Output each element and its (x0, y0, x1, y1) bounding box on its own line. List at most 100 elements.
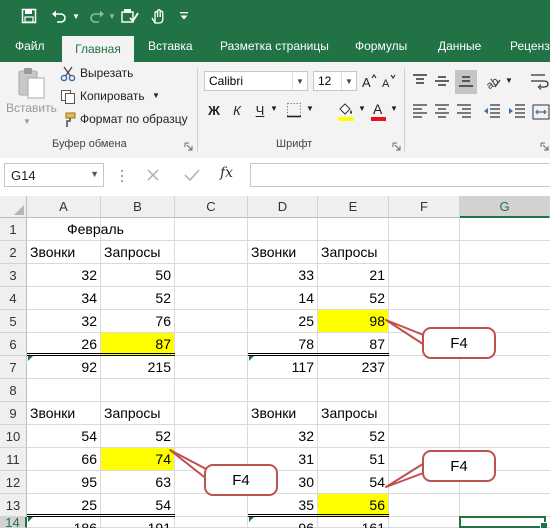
save-icon[interactable] (16, 0, 42, 32)
paste-button-label[interactable]: Вставить (6, 101, 57, 115)
cell-e14: 161 (361, 520, 385, 528)
row-header-5[interactable]: 5 (0, 310, 27, 333)
clipboard-launcher-icon[interactable] (184, 138, 194, 151)
font-name-select[interactable]: Calibri ▼ (204, 71, 308, 91)
format-painter-button[interactable]: Формат по образцу (80, 112, 188, 126)
align-bottom-icon[interactable] (455, 70, 477, 94)
column-header-g[interactable]: G (460, 196, 550, 218)
undo-icon[interactable] (48, 0, 70, 32)
align-left-icon[interactable] (412, 104, 430, 120)
copy-button[interactable]: Копировать (80, 89, 145, 103)
bold-button[interactable]: Ж (205, 100, 223, 120)
underline-button[interactable]: Ч (251, 100, 269, 120)
row-header-9[interactable]: 9 (0, 402, 27, 425)
cell-e4: 52 (369, 290, 385, 306)
row-header-4[interactable]: 4 (0, 287, 27, 310)
spelling-check-icon[interactable] (118, 0, 142, 32)
svg-text:ab: ab (484, 75, 501, 91)
touch-mode-icon[interactable] (146, 0, 170, 32)
format-painter-icon[interactable] (60, 112, 76, 128)
row-header-2[interactable]: 2 (0, 241, 27, 264)
tab-home[interactable]: Главная (62, 36, 134, 62)
paste-icon[interactable] (12, 66, 48, 100)
tab-data[interactable]: Данные (438, 39, 481, 53)
double-border (27, 514, 175, 517)
name-box[interactable]: G14 ▼ (4, 163, 104, 187)
borders-icon[interactable] (286, 102, 304, 120)
column-header-a[interactable]: A (27, 196, 101, 218)
align-center-icon[interactable] (434, 104, 452, 120)
font-color-dropdown-icon[interactable]: ▼ (390, 104, 398, 113)
active-cell-selection[interactable] (459, 516, 548, 528)
redo-dropdown-icon[interactable]: ▼ (106, 0, 118, 32)
decrease-font-size-icon[interactable]: A (380, 71, 398, 91)
row-header-3[interactable]: 3 (0, 264, 27, 287)
fill-color-dropdown-icon[interactable]: ▼ (358, 104, 366, 113)
orientation-dropdown-icon[interactable]: ▼ (505, 76, 513, 85)
font-size-dropdown-icon[interactable]: ▼ (341, 72, 356, 90)
row-header-8[interactable]: 8 (0, 379, 27, 402)
row-header-14[interactable]: 14 (0, 515, 27, 528)
fill-color-icon[interactable] (336, 100, 356, 122)
cell-e11: 51 (369, 451, 385, 467)
align-middle-icon[interactable] (434, 74, 452, 90)
cell-b4: 52 (155, 290, 171, 306)
underline-dropdown-icon[interactable]: ▼ (270, 104, 278, 113)
increase-indent-icon[interactable] (508, 104, 528, 120)
insert-function-icon[interactable]: fx (220, 165, 233, 181)
confirm-entry-icon[interactable] (184, 168, 200, 184)
cell-b3: 50 (155, 267, 171, 283)
cancel-entry-icon[interactable] (146, 168, 162, 184)
undo-dropdown-icon[interactable]: ▼ (70, 0, 82, 32)
tab-page-layout[interactable]: Разметка страницы (220, 39, 329, 53)
column-header-c[interactable]: C (175, 196, 248, 218)
formula-bar-grip-icon[interactable] (120, 168, 124, 184)
name-box-value: G14 (11, 167, 36, 183)
font-color-icon[interactable]: A (370, 100, 388, 122)
cut-button[interactable]: Вырезать (80, 66, 133, 80)
customize-toolbar-icon[interactable] (176, 0, 192, 32)
copy-icon[interactable] (60, 89, 76, 105)
copy-dropdown-icon[interactable]: ▼ (152, 91, 160, 100)
row-header-10[interactable]: 10 (0, 425, 27, 448)
cell-b2: Запросы (104, 244, 161, 260)
row-header-6[interactable]: 6 (0, 333, 27, 356)
row-header-7[interactable]: 7 (0, 356, 27, 379)
increase-font-size-icon[interactable]: A (360, 71, 378, 91)
alignment-launcher-icon[interactable] (540, 138, 550, 151)
cell-a10: 54 (81, 428, 97, 444)
italic-button[interactable]: К (228, 100, 246, 120)
decrease-indent-icon[interactable] (483, 104, 503, 120)
font-name-dropdown-icon[interactable]: ▼ (292, 72, 307, 90)
column-header-f[interactable]: F (389, 196, 460, 218)
paste-dropdown-icon[interactable]: ▼ (23, 117, 31, 126)
formula-input[interactable] (250, 163, 550, 187)
column-header-d[interactable]: D (248, 196, 318, 218)
borders-dropdown-icon[interactable]: ▼ (306, 104, 314, 113)
row-header-11[interactable]: 11 (0, 448, 27, 471)
select-all-corner[interactable] (0, 196, 27, 218)
align-top-icon[interactable] (412, 74, 430, 90)
cell-e9: Запросы (321, 405, 378, 421)
align-right-icon[interactable] (456, 104, 474, 120)
cell-a6: 26 (81, 336, 97, 352)
font-size-select[interactable]: 12 ▼ (313, 71, 357, 91)
row-header-1[interactable]: 1 (0, 218, 27, 241)
font-launcher-icon[interactable] (392, 138, 402, 151)
tab-formulas[interactable]: Формулы (355, 39, 407, 53)
tab-file[interactable]: Файл (15, 39, 45, 53)
merge-center-icon[interactable] (532, 102, 550, 122)
tab-insert[interactable]: Вставка (148, 39, 193, 53)
cell-b6: 87 (155, 336, 171, 352)
wrap-text-icon[interactable] (530, 71, 550, 91)
orientation-icon[interactable]: ab (483, 71, 503, 92)
column-header-e[interactable]: E (318, 196, 389, 218)
redo-icon[interactable] (86, 0, 108, 32)
fill-handle[interactable] (540, 522, 548, 528)
name-box-dropdown-icon[interactable]: ▼ (90, 169, 99, 179)
column-header-b[interactable]: B (101, 196, 175, 218)
row-header-12[interactable]: 12 (0, 471, 27, 494)
cut-icon[interactable] (60, 66, 76, 82)
cell-d9: Звонки (251, 405, 297, 421)
tab-review[interactable]: Реценз (510, 39, 550, 53)
